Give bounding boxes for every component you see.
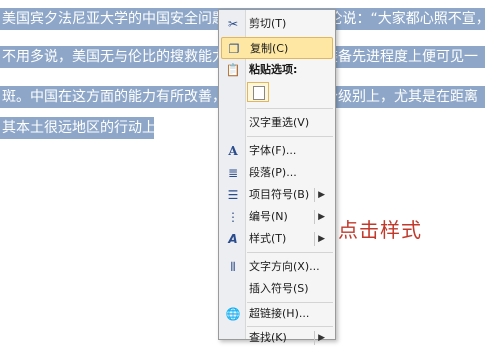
font-icon: A — [228, 144, 238, 158]
bullets-icon: ☰ — [227, 188, 239, 202]
scissors-icon: ✂ — [227, 17, 239, 31]
copy-icon: ❐ — [228, 42, 240, 56]
context-menu: ✂ 剪切(T) ❐ 复制(C) 📋 粘贴选项: 汉字重选(V) A 字体(F).… — [218, 9, 336, 345]
selected-text-line-4[interactable]: 其本土很远地区的行动上。↵ — [0, 117, 154, 139]
paste-text-only-icon — [253, 86, 265, 100]
hyperlink-icon: 🌐 — [225, 307, 241, 321]
menu-item-hanzi-reselect[interactable]: 汉字重选(V) — [221, 112, 333, 134]
menu-item-font[interactable]: A 字体(F)... — [221, 140, 333, 162]
clipboard-icon: 📋 — [225, 63, 241, 77]
submenu-arrow-icon: ▶ — [318, 212, 325, 222]
paste-keep-text-button[interactable] — [247, 82, 269, 102]
menu-item-cut[interactable]: ✂ 剪切(T) — [221, 13, 333, 35]
menu-separator — [247, 136, 333, 137]
numbering-icon: ⋮ — [227, 210, 239, 224]
menu-item-bullets[interactable]: ☰ 项目符号(B) ▶ — [221, 184, 333, 206]
menu-item-paragraph[interactable]: ≣ 段落(P)... — [221, 162, 333, 184]
menu-item-styles[interactable]: A 样式(T) ▶ — [221, 228, 333, 250]
menu-item-hyperlink[interactable]: 🌐 超链接(H)... — [221, 303, 333, 325]
menu-item-copy[interactable]: ❐ 复制(C) — [221, 37, 333, 59]
text-direction-icon: ⫴ — [230, 260, 236, 274]
menu-separator — [247, 252, 333, 253]
annotation-text: 点击样式 — [338, 218, 422, 242]
submenu-arrow-icon: ▶ — [318, 333, 325, 343]
styles-icon: A — [228, 232, 238, 246]
submenu-arrow-icon: ▶ — [318, 190, 325, 200]
menu-item-paste-options: 📋 粘贴选项: — [225, 63, 298, 77]
menu-separator — [247, 108, 333, 109]
menu-item-numbering[interactable]: ⋮ 编号(N) ▶ — [221, 206, 333, 228]
submenu-arrow-icon: ▶ — [318, 234, 325, 244]
menu-item-insert-symbol[interactable]: 插入符号(S) — [221, 278, 333, 300]
menu-item-text-direction[interactable]: ⫴ 文字方向(X)... — [221, 256, 333, 278]
paragraph-icon: ≣ — [227, 166, 239, 180]
menu-item-find[interactable]: 查找(K) ▶ — [221, 327, 333, 349]
